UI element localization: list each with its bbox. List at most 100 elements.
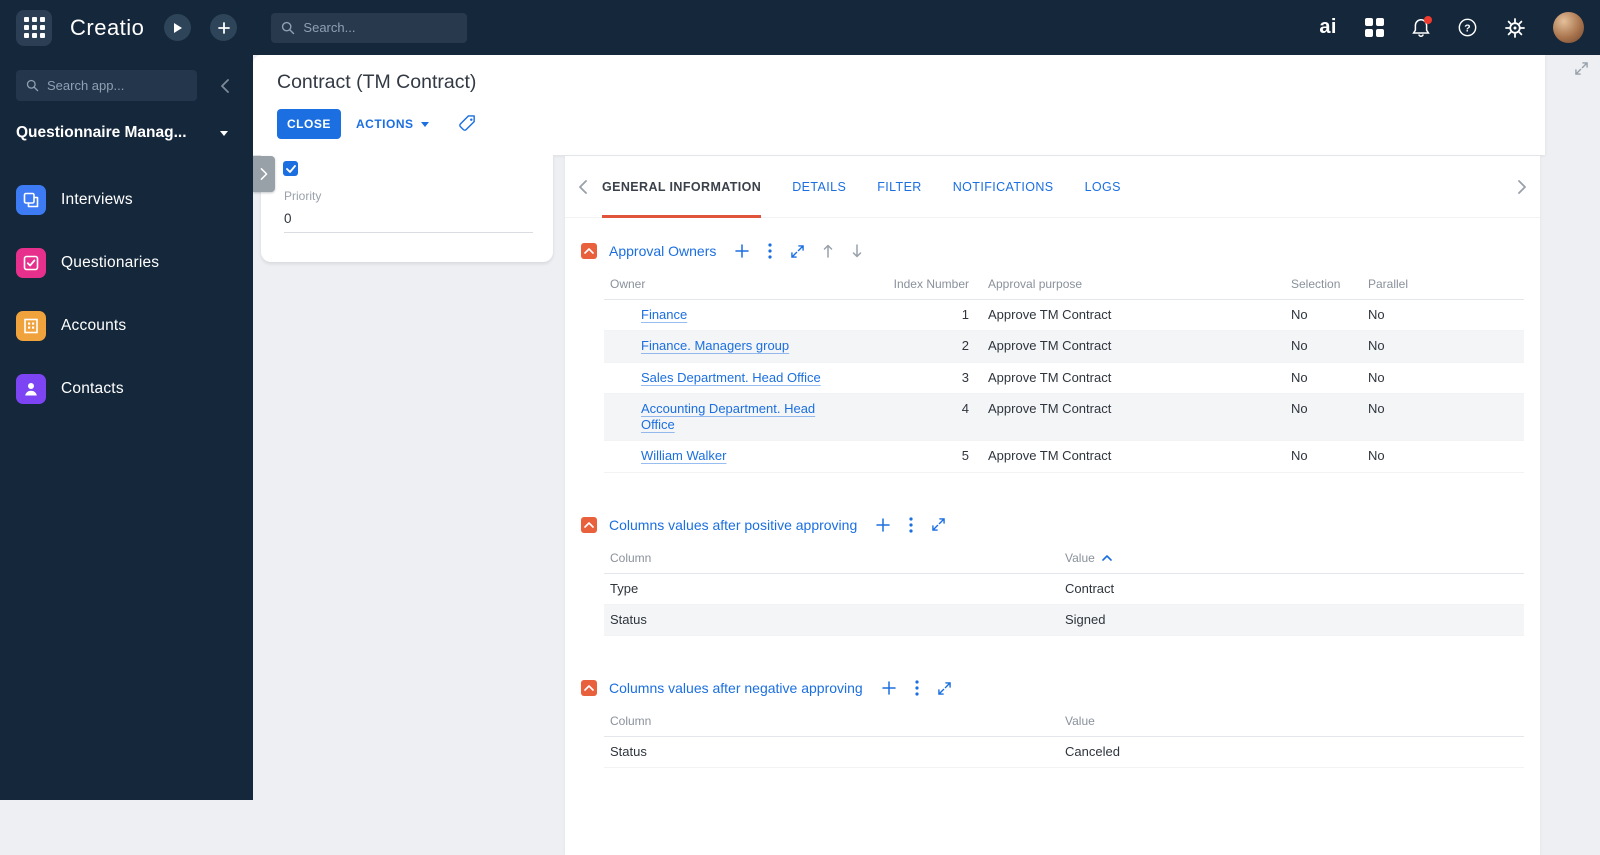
section-menu-button[interactable] (915, 680, 919, 696)
column-header-index-number[interactable]: Index Number (891, 277, 969, 291)
cell-selection: No (1291, 307, 1368, 323)
expand-section-button[interactable] (938, 682, 951, 695)
actions-button[interactable]: ACTIONS (356, 109, 429, 139)
run-process-button[interactable] (164, 14, 191, 41)
sidebar-collapse-button[interactable] (221, 79, 229, 98)
cell-value: Signed (1065, 612, 1524, 628)
table-header: Column Value (604, 714, 1524, 737)
cell-column: Type (604, 581, 1065, 597)
quick-add-button[interactable] (210, 14, 237, 41)
value-header-label: Value (1065, 714, 1095, 728)
move-up-button[interactable] (823, 244, 833, 258)
priority-field-label: Priority (284, 189, 321, 203)
collapse-section-icon[interactable] (581, 680, 597, 696)
owner-link[interactable]: Sales Department. Head Office (641, 370, 821, 385)
notifications-button[interactable] (1412, 18, 1430, 38)
add-row-button[interactable] (882, 681, 896, 695)
tab-details[interactable]: DETAILS (792, 156, 846, 218)
sidebar-item-questionaries[interactable]: Questionaries (0, 231, 253, 294)
pane-expand-handle[interactable] (253, 156, 275, 192)
column-header-column[interactable]: Column (604, 551, 1065, 565)
add-row-button[interactable] (735, 244, 749, 258)
column-header-value[interactable]: Value (1065, 551, 1524, 565)
collapse-section-icon[interactable] (581, 243, 597, 259)
sidebar-item-label: Contacts (61, 380, 124, 398)
value-header-label: Value (1065, 551, 1095, 565)
plus-icon (882, 681, 896, 695)
expand-section-button[interactable] (791, 245, 804, 258)
column-header-owner[interactable]: Owner (604, 277, 891, 291)
plus-icon (876, 518, 890, 532)
expand-page-icon[interactable] (1575, 62, 1588, 80)
section-negative-approving: Columns values after negative approving … (581, 674, 1540, 768)
collapse-section-icon[interactable] (581, 517, 597, 533)
app-search[interactable] (16, 70, 197, 101)
app-search-input[interactable] (47, 78, 187, 93)
tabs-scroll-right[interactable] (1518, 180, 1526, 194)
priority-field-value[interactable]: 0 (284, 211, 533, 233)
add-row-button[interactable] (876, 518, 890, 532)
section-approval-owners: Approval Owners Owner (581, 237, 1540, 473)
owner-link[interactable]: Finance. Managers group (641, 338, 789, 353)
chevron-right-icon (260, 168, 268, 180)
workplaces-grid-icon[interactable] (1365, 18, 1384, 37)
cell-parallel: No (1368, 307, 1524, 323)
cell-index: 3 (891, 370, 969, 386)
tab-general-information[interactable]: GENERAL INFORMATION (602, 156, 761, 218)
table-row[interactable]: Type Contract (604, 574, 1524, 605)
table-row[interactable]: Accounting Department. Head Office 4 App… (604, 394, 1524, 442)
cell-parallel: No (1368, 338, 1524, 354)
table-row[interactable]: William Walker 5 Approve TM Contract No … (604, 441, 1524, 472)
table-row[interactable]: Finance 1 Approve TM Contract No No (604, 300, 1524, 331)
expand-section-button[interactable] (932, 518, 945, 531)
sidebar-item-contacts[interactable]: Contacts (0, 357, 253, 420)
cell-value: Canceled (1065, 744, 1524, 760)
chevron-up-icon (584, 248, 594, 254)
table-row[interactable]: Status Canceled (604, 737, 1524, 768)
tab-strip: GENERAL INFORMATION DETAILS FILTER NOTIF… (565, 156, 1540, 218)
chevron-up-icon (584, 522, 594, 528)
workspace-selector[interactable]: Questionnaire Manag... (16, 124, 228, 142)
section-menu-button[interactable] (909, 517, 913, 533)
table-row[interactable]: Status Signed (604, 605, 1524, 636)
close-button[interactable]: CLOSE (277, 109, 341, 139)
sidebar-item-interviews[interactable]: Interviews (0, 168, 253, 231)
kebab-icon (768, 243, 772, 259)
cell-purpose: Approve TM Contract (969, 338, 1291, 354)
move-down-button[interactable] (852, 244, 862, 258)
owner-link[interactable]: William Walker (641, 448, 726, 463)
sidebar-item-accounts[interactable]: Accounts (0, 294, 253, 357)
tab-label: GENERAL INFORMATION (602, 180, 761, 194)
global-search[interactable] (271, 13, 467, 43)
tab-notifications[interactable]: NOTIFICATIONS (953, 156, 1054, 218)
tab-logs[interactable]: LOGS (1085, 156, 1121, 218)
detail-tab-panel: GENERAL INFORMATION DETAILS FILTER NOTIF… (565, 155, 1540, 855)
column-header-selection[interactable]: Selection (1291, 277, 1368, 291)
sidebar-nav: Interviews Questionaries Accounts Contac… (0, 168, 253, 420)
cell-index: 4 (891, 401, 969, 417)
svg-text:?: ? (1464, 23, 1470, 34)
settings-button[interactable] (1505, 18, 1525, 38)
tab-filter[interactable]: FILTER (877, 156, 922, 218)
column-header-parallel[interactable]: Parallel (1368, 277, 1524, 291)
tabs-scroll-left[interactable] (579, 180, 587, 194)
global-search-input[interactable] (303, 20, 443, 35)
owner-link[interactable]: Accounting Department. Head Office (641, 401, 815, 432)
table-row[interactable]: Finance. Managers group 2 Approve TM Con… (604, 331, 1524, 362)
column-header-column[interactable]: Column (604, 714, 1065, 728)
cell-column: Status (604, 744, 1065, 760)
record-edit-pane: Priority 0 (261, 155, 553, 262)
search-icon (26, 79, 39, 92)
column-header-approval-purpose[interactable]: Approval purpose (969, 277, 1291, 291)
tags-button[interactable] (458, 114, 477, 133)
owner-link[interactable]: Finance (641, 307, 687, 322)
section-menu-button[interactable] (768, 243, 772, 259)
table-row[interactable]: Sales Department. Head Office 3 Approve … (604, 363, 1524, 394)
record-checkbox[interactable] (283, 161, 298, 176)
help-button[interactable]: ? (1458, 18, 1477, 37)
app-launcher-icon[interactable] (16, 10, 52, 46)
column-header-value[interactable]: Value (1065, 714, 1524, 728)
cell-selection: No (1291, 370, 1368, 386)
user-avatar[interactable] (1553, 12, 1584, 43)
copilot-button[interactable]: ai (1319, 16, 1337, 39)
